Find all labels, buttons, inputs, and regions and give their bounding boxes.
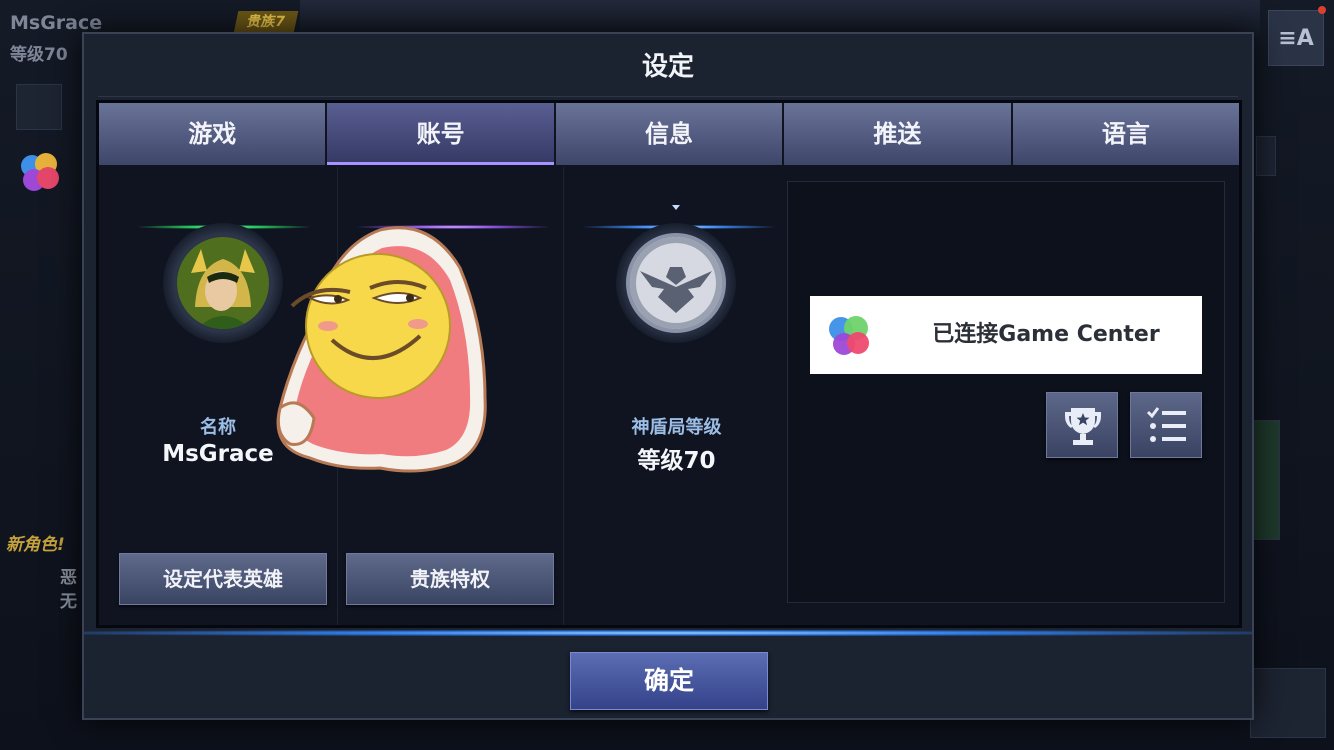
hero-portrait-icon xyxy=(177,237,269,329)
shield-emblem-inner xyxy=(626,233,726,333)
game-center-status-bar[interactable]: 已连接Game Center xyxy=(810,296,1202,374)
game-center-panel: 已连接Game Center xyxy=(787,181,1225,603)
noble-privilege-button[interactable]: 贵族特权 xyxy=(346,553,554,605)
background-tile xyxy=(16,84,62,130)
shield-column: 神盾局等级 等级70 xyxy=(563,167,789,625)
game-center-status-text: 已连接Game Center xyxy=(932,322,1160,347)
game-screen: MsGrace 等级70 贵族7 ≡A 新角色! 恶 无 设定 游戏 账号 信息… xyxy=(0,0,1334,750)
tab-game[interactable]: 游戏 xyxy=(99,103,326,165)
background-player-name: MsGrace xyxy=(10,12,103,34)
settings-panel: 游戏 账号 信息 推送 语言 名称 MsGrace 设定代表英雄 贵族特权 神盾… xyxy=(96,100,1242,628)
background-top-bar xyxy=(300,0,1260,36)
dialog-title: 设定 xyxy=(641,52,694,82)
bottom-glow xyxy=(84,630,1252,636)
shield-level-value: 等级70 xyxy=(637,448,716,474)
emoji-sticker-icon xyxy=(276,226,487,473)
notification-dot-icon xyxy=(1318,6,1326,14)
title-divider xyxy=(98,96,1238,97)
shield-emblem xyxy=(616,223,736,343)
hero-avatar[interactable] xyxy=(163,223,283,343)
confirm-button[interactable]: 确定 xyxy=(570,652,768,710)
shield-eagle-icon xyxy=(630,237,722,329)
achievements-button[interactable] xyxy=(1046,392,1118,458)
tab-bar: 游戏 账号 信息 推送 语言 xyxy=(99,103,1240,167)
hero-portrait xyxy=(173,233,273,333)
leaderboard-button[interactable] xyxy=(1130,392,1202,458)
background-tile xyxy=(1256,136,1276,176)
tab-language[interactable]: 语言 xyxy=(1012,103,1240,165)
background-noble-badge: 贵族7 xyxy=(233,11,299,33)
background-tile xyxy=(1254,420,1280,540)
settings-dialog: 设定 游戏 账号 信息 推送 语言 名称 MsGrace 设定代表英雄 贵族特权… xyxy=(82,32,1254,720)
background-side-text: 恶 无 xyxy=(60,568,77,612)
tab-info[interactable]: 信息 xyxy=(555,103,783,165)
tab-account[interactable]: 账号 xyxy=(327,103,554,165)
tab-push[interactable]: 推送 xyxy=(784,103,1011,165)
background-new-character-label: 新角色! xyxy=(6,535,65,555)
trophy-icon xyxy=(1065,408,1101,445)
set-hero-button[interactable]: 设定代表英雄 xyxy=(119,553,327,605)
shield-level-label: 神盾局等级 xyxy=(631,417,722,438)
background-game-center-icon xyxy=(21,153,59,191)
background-menu-button: ≡A xyxy=(1268,10,1324,66)
background-tile xyxy=(1250,668,1326,738)
caret-down-icon xyxy=(672,205,680,210)
checklist-icon xyxy=(1146,407,1186,442)
